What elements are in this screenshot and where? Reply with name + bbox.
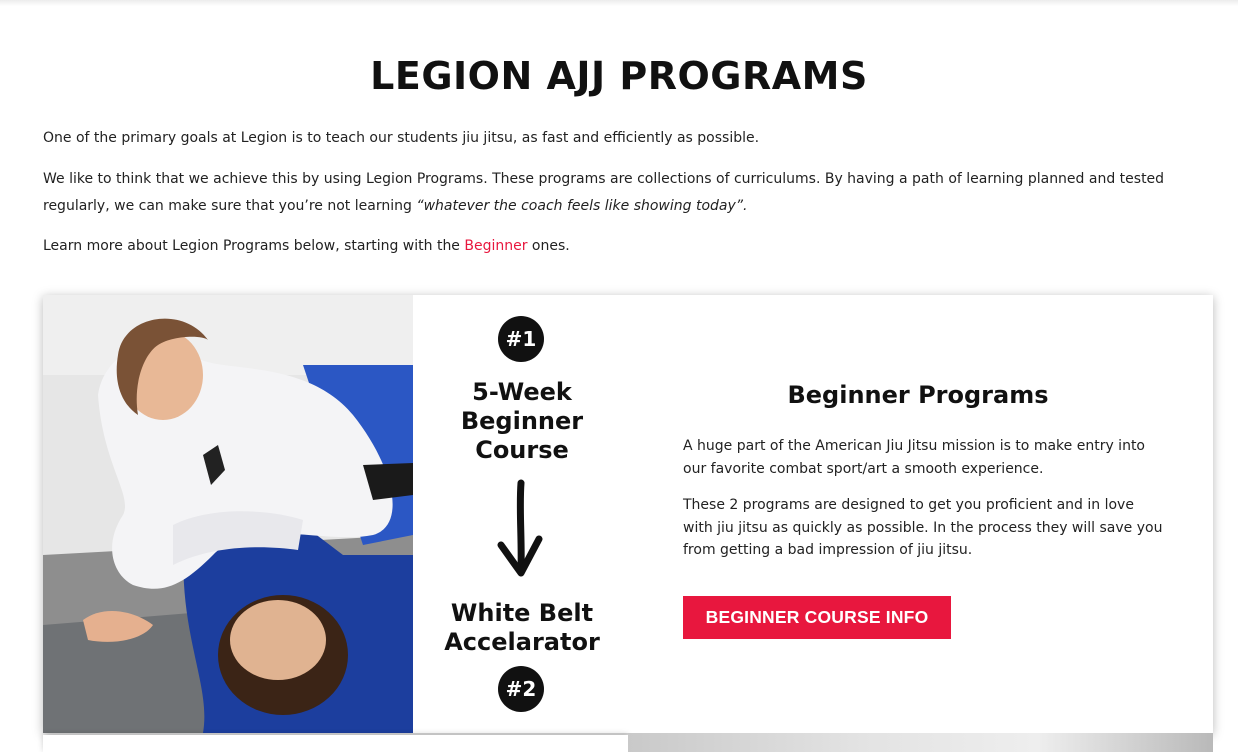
program-path-graphic: #1 5-Week Beginner Course White Belt Acc…: [413, 295, 631, 733]
beginner-programs-content: Beginner Programs A huge part of the Ame…: [631, 295, 1213, 733]
top-shadow: [0, 0, 1238, 6]
intro-paragraph-3-text: Learn more about Legion Programs below, …: [43, 238, 465, 254]
down-arrow-icon: [497, 479, 543, 577]
beginner-link[interactable]: Beginner: [464, 238, 527, 254]
white-belt-accelarator-label: White Belt Accelarator: [444, 599, 600, 656]
beginner-programs-card: #1 5-Week Beginner Course White Belt Acc…: [43, 295, 1213, 733]
intro-paragraph-3-end: ones.: [527, 238, 570, 254]
beginner-programs-heading: Beginner Programs: [787, 381, 1049, 409]
beginner-programs-paragraph-1: A huge part of the American Jiu Jitsu mi…: [683, 438, 1145, 477]
program-number-1-badge: #1: [498, 316, 544, 362]
intro-paragraph-1: One of the primary goals at Legion is to…: [43, 130, 760, 146]
intro-paragraph-3: Learn more about Legion Programs below, …: [43, 233, 1193, 260]
training-photo-illustration: [43, 295, 413, 733]
training-photo: [43, 295, 413, 733]
five-week-course-label: 5-Week Beginner Course: [460, 378, 584, 464]
beginner-programs-paragraph-2: These 2 programs are designed to get you…: [683, 497, 1163, 558]
intro-quote: “whatever the coach feels like showing t…: [416, 198, 748, 214]
page-title: LEGION AJJ PROGRAMS: [370, 54, 868, 98]
next-card-photo: [628, 733, 1213, 752]
intro-paragraph-2: We like to think that we achieve this by…: [43, 166, 1193, 220]
beginner-course-info-button[interactable]: BEGINNER COURSE INFO: [683, 596, 951, 639]
program-number-2-badge: #2: [498, 666, 544, 712]
next-card-left-panel: [43, 735, 628, 752]
